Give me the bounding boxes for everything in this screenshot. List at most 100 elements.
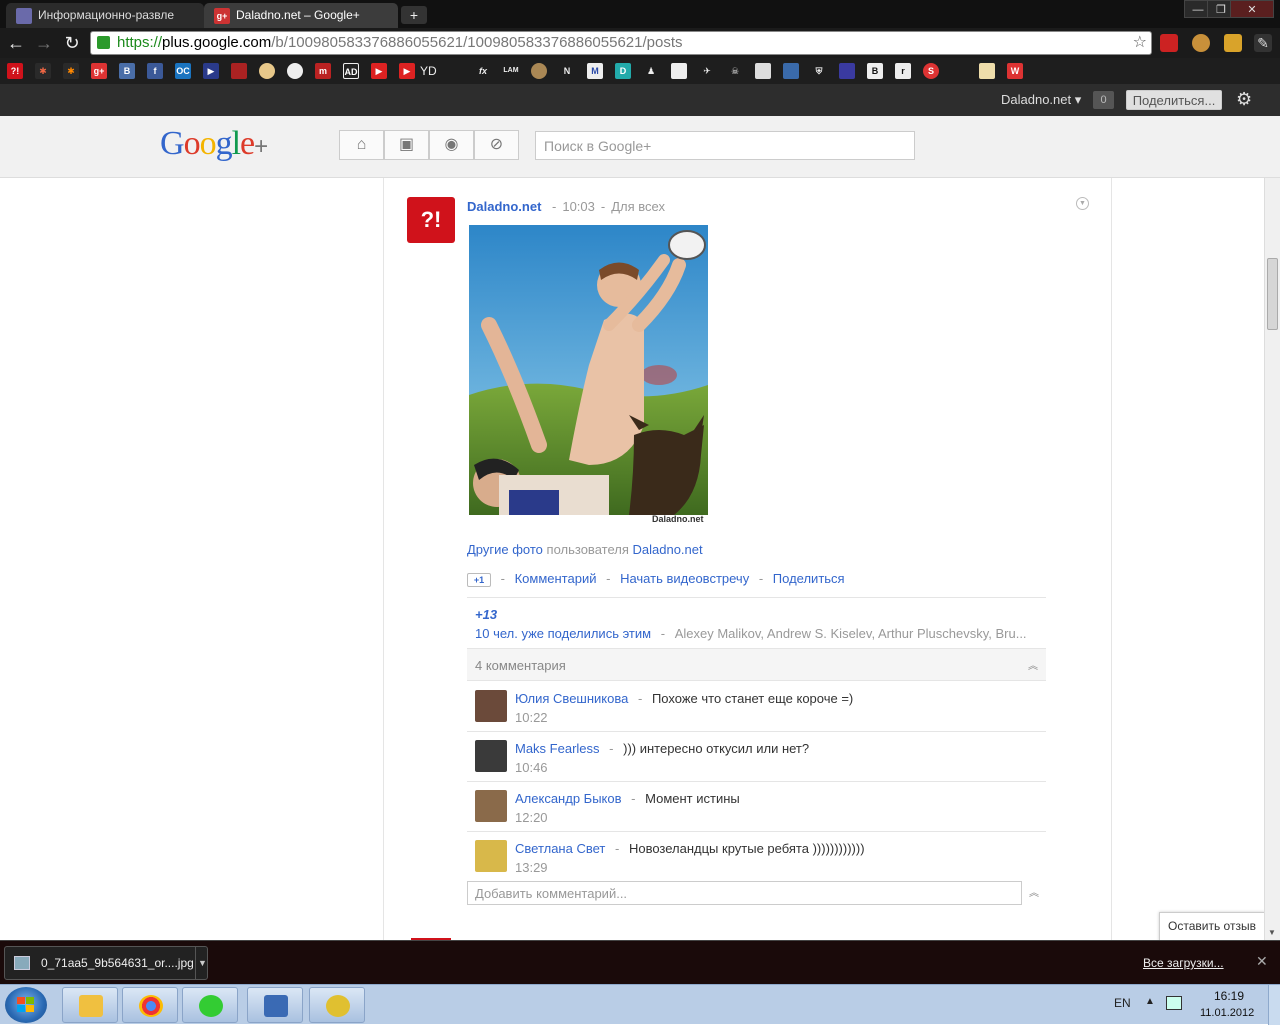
shares-link[interactable]: 10 чел. уже поделились этим xyxy=(475,626,651,641)
scroll-down-icon[interactable]: ▼ xyxy=(1268,928,1276,937)
commenter-name[interactable]: Maks Fearless xyxy=(515,741,600,756)
comment-link[interactable]: Комментарий xyxy=(515,571,597,586)
plus-count[interactable]: +13 xyxy=(475,607,497,622)
feedback-button[interactable]: Оставить отзыв xyxy=(1159,912,1265,941)
other-photos-user-link[interactable]: Daladno.net xyxy=(633,542,703,557)
oc-bookmark-icon[interactable]: OC xyxy=(175,63,191,79)
show-all-downloads-link[interactable]: Все загрузки... xyxy=(1143,956,1224,970)
post-visibility[interactable]: Для всех xyxy=(611,199,665,214)
vkontakte-bookmark-icon[interactable]: B xyxy=(119,63,135,79)
network-icon[interactable] xyxy=(1166,996,1182,1010)
arrow-bookmark-icon[interactable]: ▶ xyxy=(203,63,219,79)
taskbar-icq-app[interactable] xyxy=(182,987,238,1023)
blue-square-bookmark-icon[interactable] xyxy=(783,63,799,79)
account-switcher[interactable]: Daladno.net ▾ xyxy=(1001,92,1081,108)
d-bookmark-icon[interactable]: D xyxy=(615,63,631,79)
taskbar-coins-app[interactable] xyxy=(309,987,365,1023)
post-time[interactable]: 10:03 xyxy=(562,199,595,214)
comments-header[interactable]: 4 комментария ︽ xyxy=(467,648,1046,681)
address-bar[interactable]: https://plus.google.com/b/10098058337688… xyxy=(90,31,1152,55)
collapse-icon[interactable]: ︽ xyxy=(1028,657,1038,672)
flag-bookmark-icon[interactable] xyxy=(671,63,687,79)
person-bookmark-icon[interactable]: ♟ xyxy=(643,63,659,79)
chevron-down-icon[interactable]: ▼ xyxy=(195,947,209,979)
joomla-bookmark-icon[interactable]: ✱ xyxy=(35,63,51,79)
clock-date[interactable]: 11.01.2012 xyxy=(1200,1007,1254,1019)
s-bookmark-icon[interactable]: S xyxy=(923,63,939,79)
language-indicator[interactable]: EN xyxy=(1114,996,1131,1010)
post-photo[interactable] xyxy=(469,225,708,515)
post-author-link[interactable]: Daladno.net xyxy=(467,199,541,214)
plus-one-button[interactable]: +1 xyxy=(467,572,491,587)
commenter-avatar[interactable] xyxy=(475,840,507,872)
add-comment-input[interactable]: Добавить комментарий... xyxy=(467,881,1022,905)
no-bookmark-icon[interactable]: N xyxy=(559,63,575,79)
google-plus-logo[interactable]: Google+ xyxy=(160,125,268,163)
comment-time[interactable]: 10:22 xyxy=(515,710,548,725)
share-link[interactable]: Поделиться xyxy=(773,571,845,586)
facebook-bookmark-icon[interactable]: f xyxy=(147,63,163,79)
close-icon[interactable]: ✕ xyxy=(1256,953,1268,970)
circles-icon[interactable]: ⊘ xyxy=(474,130,519,160)
skull-bookmark-icon[interactable]: ☠ xyxy=(727,63,743,79)
shield-bookmark-icon[interactable]: ⛨ xyxy=(811,63,827,79)
hangout-link[interactable]: Начать видеовстречу xyxy=(620,571,749,586)
back-button[interactable]: ← xyxy=(5,33,27,53)
r-bookmark-icon[interactable]: r xyxy=(895,63,911,79)
comment-time[interactable]: 12:20 xyxy=(515,810,548,825)
commenter-avatar[interactable] xyxy=(475,740,507,772)
shield-extension-icon[interactable] xyxy=(1224,34,1242,52)
start-button[interactable] xyxy=(5,987,47,1023)
new-tab-button[interactable]: + xyxy=(401,6,427,24)
castle-bookmark-icon[interactable] xyxy=(839,63,855,79)
yd-bookmark-label[interactable]: YD xyxy=(420,64,437,78)
chevron-down-icon[interactable]: ▼ xyxy=(1076,197,1089,210)
show-desktop-button[interactable] xyxy=(1268,985,1280,1025)
commenter-name[interactable]: Юлия Свешникова xyxy=(515,691,628,706)
red-bookmark-icon[interactable] xyxy=(231,63,247,79)
youtube-bookmark-icon[interactable]: ▶ xyxy=(371,63,387,79)
comment-time[interactable]: 10:46 xyxy=(515,760,548,775)
tray-expand-icon[interactable]: ▲ xyxy=(1145,996,1155,1007)
commenter-avatar[interactable] xyxy=(475,790,507,822)
close-window-button[interactable]: ✕ xyxy=(1230,0,1274,18)
taskbar-outlook-app[interactable] xyxy=(62,987,118,1023)
ad-bookmark-icon[interactable]: AD xyxy=(343,63,359,79)
bookmark-star-icon[interactable]: ☆ xyxy=(1133,32,1147,54)
image-bookmark-icon[interactable] xyxy=(755,63,771,79)
gear-icon[interactable]: ⚙ xyxy=(1236,89,1252,110)
author-avatar[interactable]: ?! xyxy=(407,197,455,243)
w-bookmark-icon[interactable]: W xyxy=(1007,63,1023,79)
shares-people[interactable]: Alexey Malikov, Andrew S. Kiselev, Arthu… xyxy=(675,626,1027,641)
other-photos-link[interactable]: Другие фото xyxy=(467,542,543,557)
collapse-icon[interactable]: ︽ xyxy=(1029,884,1039,899)
wrench-menu-icon[interactable]: ✎ xyxy=(1254,34,1272,52)
tab-infotainment[interactable]: Информационно-развле xyxy=(6,3,204,28)
clock-time[interactable]: 16:19 xyxy=(1214,989,1244,1003)
pig-bookmark-icon[interactable] xyxy=(287,63,303,79)
youtube-downloader-bookmark-icon[interactable]: ▶ xyxy=(399,63,415,79)
photos-icon[interactable]: ▣ xyxy=(384,130,429,160)
profile-icon[interactable]: ◉ xyxy=(429,130,474,160)
taskbar-remote-desktop-app[interactable] xyxy=(247,987,303,1023)
joomla-alt-bookmark-icon[interactable]: ✱ xyxy=(63,63,79,79)
b-bookmark-icon[interactable]: B xyxy=(867,63,883,79)
home-icon[interactable]: ⌂ xyxy=(339,130,384,160)
m-bookmark-icon[interactable]: m xyxy=(315,63,331,79)
burger-bookmark-icon[interactable] xyxy=(531,63,547,79)
commenter-name[interactable]: Александр Быков xyxy=(515,791,622,806)
bird-bookmark-icon[interactable]: ✈ xyxy=(699,63,715,79)
vertical-scrollbar[interactable]: ▼ xyxy=(1264,178,1280,940)
search-input[interactable]: Поиск в Google+ xyxy=(535,131,915,160)
pinwheel-bookmark-icon[interactable] xyxy=(979,63,995,79)
scrollbar-thumb[interactable] xyxy=(1267,258,1278,330)
comment-time[interactable]: 13:29 xyxy=(515,860,548,875)
face-bookmark-icon[interactable] xyxy=(259,63,275,79)
forward-button[interactable]: → xyxy=(33,33,55,53)
taskbar-chrome-app[interactable] xyxy=(122,987,178,1023)
google-plus-bookmark-icon[interactable]: g+ xyxy=(91,63,107,79)
commenter-avatar[interactable] xyxy=(475,690,507,722)
share-button[interactable]: Поделиться... xyxy=(1126,90,1222,110)
gmail-extension-icon[interactable] xyxy=(1160,34,1178,52)
daladno-bookmark-icon[interactable]: ?! xyxy=(7,63,23,79)
